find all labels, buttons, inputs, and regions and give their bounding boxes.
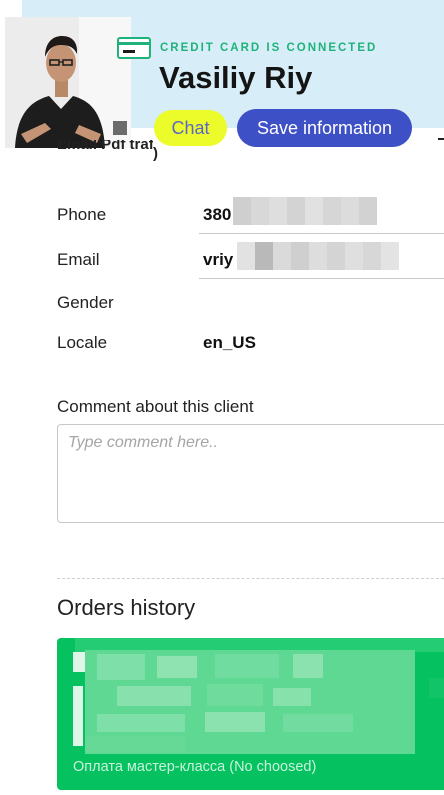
corner-mark (438, 138, 444, 140)
avatar-photo-icon (5, 17, 131, 148)
email-value[interactable]: vriy (203, 250, 233, 270)
email-pdf-traffic-tail: ) (153, 145, 158, 162)
comment-input[interactable] (57, 424, 444, 523)
client-name: Vasiliy Riy (159, 60, 313, 95)
phone-redacted-mask (233, 197, 377, 225)
locale-row: Locale en_US (57, 333, 444, 359)
email-pdf-traffic-label: Email Pdf traffic (57, 140, 153, 162)
section-divider (57, 578, 444, 579)
locale-value[interactable]: en_US (203, 333, 256, 353)
card-status: CREDIT CARD IS CONNECTED (117, 37, 377, 59)
locale-label: Locale (57, 333, 108, 352)
phone-row: Phone 380 (57, 197, 444, 234)
card-status-text: CREDIT CARD IS CONNECTED (160, 42, 378, 54)
save-information-button[interactable]: Save information (237, 109, 412, 147)
gender-row: Gender (57, 293, 444, 319)
email-underline (199, 278, 444, 279)
email-label: Email (57, 250, 100, 269)
chat-button[interactable]: Chat (154, 110, 227, 146)
email-pdf-traffic-text: Email Pdf traffic (57, 140, 153, 153)
orders-history-title: Orders history (57, 595, 196, 620)
email-redacted-mask (237, 242, 399, 270)
phone-underline (199, 233, 444, 234)
phone-value[interactable]: 380 (203, 205, 231, 225)
phone-label: Phone (57, 205, 107, 224)
credit-card-icon (117, 37, 151, 59)
order-card[interactable]: Оплата мастер-класса (No choosed) (57, 638, 444, 790)
comment-label: Comment about this client (57, 397, 254, 416)
client-avatar (5, 17, 131, 148)
email-row: Email vriy (57, 242, 444, 279)
order-product: Оплата мастер-класса (No choosed) (73, 759, 317, 775)
gender-label: Gender (57, 293, 114, 312)
